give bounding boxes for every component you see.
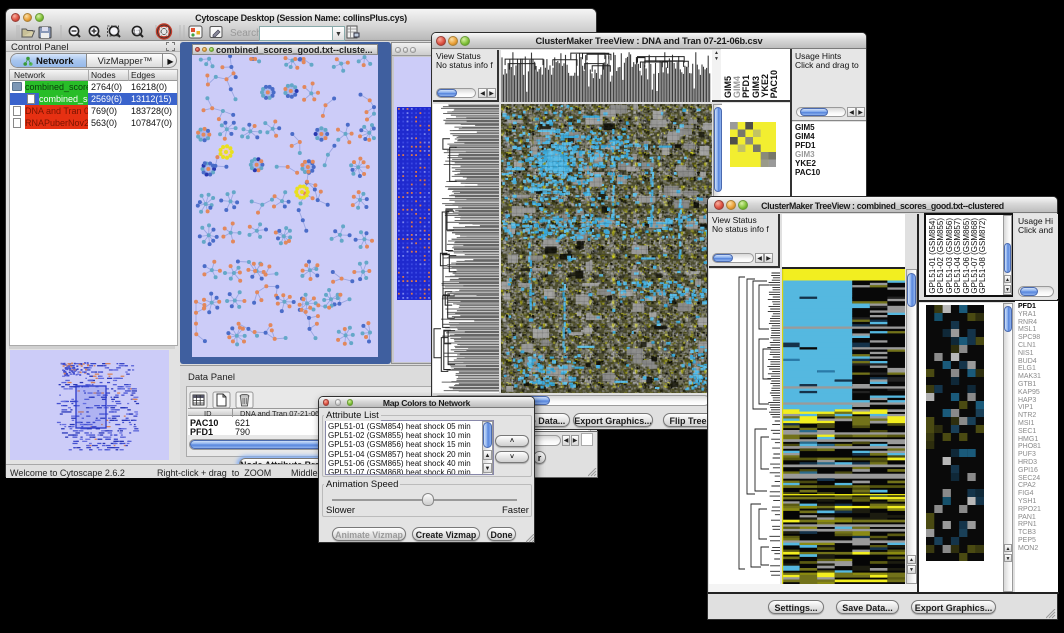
svg-text:1:1: 1:1 [133, 30, 141, 36]
